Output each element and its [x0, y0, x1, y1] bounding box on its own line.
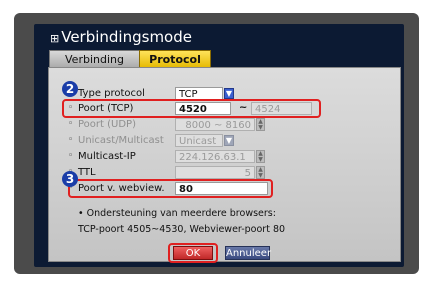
poort-udp-field: 8000 ~ 8160	[175, 118, 255, 131]
chevron-down-icon: ▼	[224, 135, 234, 146]
unicast-multicast-label: Unicast/Multicast	[78, 135, 164, 146]
callout-badge-2: 2	[62, 81, 78, 97]
ttl-label: TTL	[78, 167, 96, 178]
chevron-down-icon[interactable]: ▼	[224, 88, 234, 99]
ttl-field: 5	[175, 166, 255, 179]
info-line-1: • Ondersteuning van meerdere browsers:	[78, 208, 276, 219]
row-bullet: ◦	[68, 151, 74, 161]
dialog-title: ⊞ Verbindingsmode	[50, 28, 192, 48]
highlight-ok-button	[168, 243, 218, 263]
info-line-2: TCP-poort 4505~4530, Webviewer-poort 80	[78, 224, 286, 235]
poort-udp-label: Poort (UDP)	[78, 119, 136, 130]
tab-verbinding[interactable]: Verbinding	[49, 50, 140, 68]
highlight-poort-webview	[68, 179, 273, 198]
row-bullet: ◦	[68, 119, 74, 129]
network-icon: ⊞	[50, 32, 60, 45]
up-down-arrows-icon: ▲ ▼	[256, 166, 265, 179]
unicast-multicast-select: Unicast	[175, 134, 223, 147]
up-down-arrows-icon: ▲ ▼	[256, 150, 265, 163]
highlight-poort-tcp	[62, 99, 321, 118]
cancel-button[interactable]: Annuleer	[225, 246, 271, 260]
tab-protocol[interactable]: Protocol	[139, 50, 211, 68]
row-bullet: ◦	[68, 135, 74, 145]
multicast-ip-field: 224.126.63.1	[175, 150, 255, 163]
callout-badge-3: 3	[62, 171, 78, 187]
dialog-title-text: Verbindingsmode	[61, 28, 192, 46]
multicast-ip-label: Multicast-IP	[78, 151, 136, 162]
up-down-arrows-icon: ▲ ▼	[256, 118, 265, 131]
